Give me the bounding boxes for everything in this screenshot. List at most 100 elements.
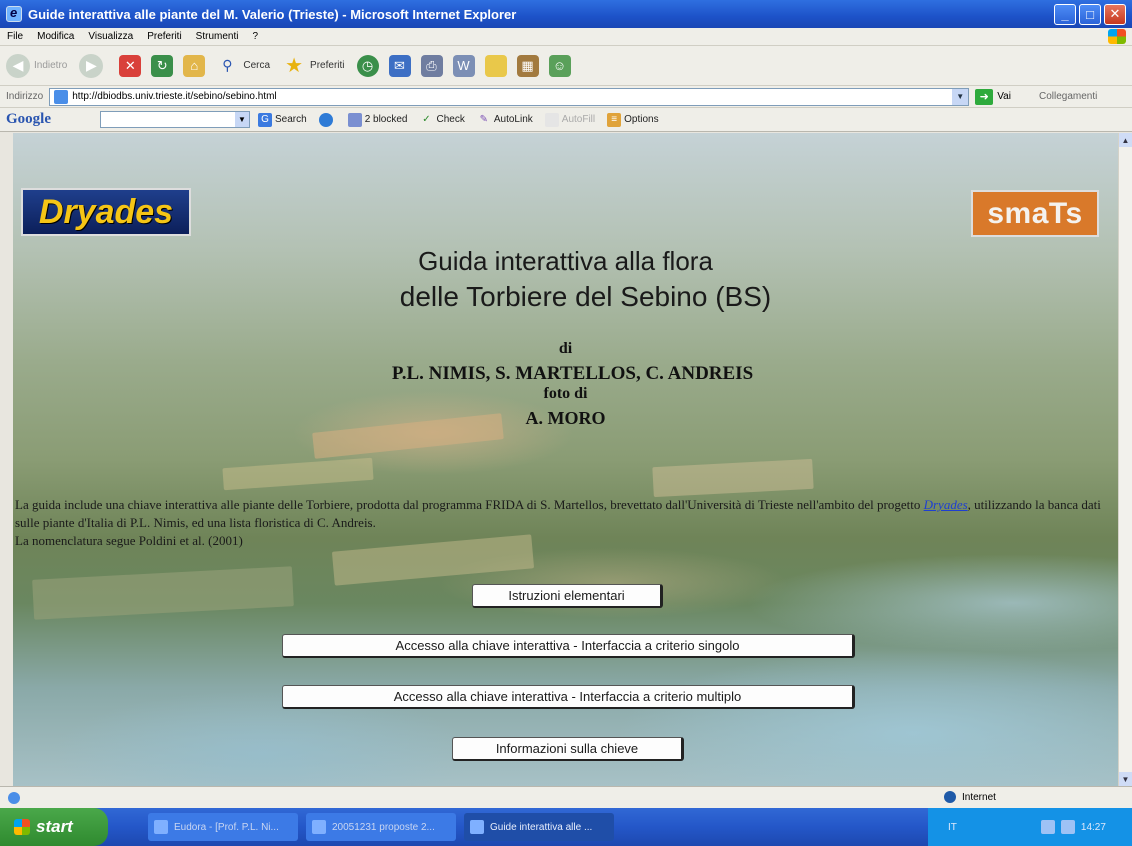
research-icon[interactable]: ▦ (516, 54, 539, 77)
google-search-label: Search (275, 114, 307, 125)
options-icon: ≡ (607, 112, 622, 127)
menu-strumenti[interactable]: Strumenti (189, 31, 246, 42)
toolbar: ◀ Indietro ▶ ✕ ↻ ⌂ ⚲ Cerca ★ Preferiti ◷… (0, 46, 1132, 86)
taskbar: start Eudora - [Prof. P.L. Ni... 2005123… (0, 808, 1132, 846)
google-g-icon: G (258, 112, 272, 127)
google-search-button[interactable]: G Search (258, 112, 307, 127)
go-arrow-icon: ➜ (975, 88, 994, 105)
autolink-icon: ✎ (479, 114, 489, 125)
maximize-button[interactable]: □ (1079, 3, 1101, 25)
language-indicator[interactable]: IT (948, 822, 957, 833)
start-label: start (36, 817, 73, 836)
smats-logo[interactable]: smaTs (971, 190, 1099, 237)
address-label: Indirizzo (6, 91, 44, 102)
menu-preferiti[interactable]: Preferiti (140, 31, 188, 42)
back-button[interactable]: ◀ Indietro (6, 53, 68, 78)
nomenclature-text: La nomenclatura segue Poldini et al. (20… (15, 533, 243, 548)
search-label: Cerca (243, 60, 271, 71)
favorites-label: Preferiti (310, 60, 345, 71)
links-button[interactable]: Collegamenti (1039, 91, 1097, 102)
popup-blocker-icon (347, 112, 362, 127)
messenger-icon[interactable]: ☺ (548, 54, 571, 77)
autofill-button[interactable]: AutoFill (544, 112, 595, 127)
taskbar-item-ie[interactable]: Guide interattiva alle ... (464, 813, 614, 841)
vertical-scrollbar[interactable]: ▲ ▼ (1118, 133, 1132, 786)
smats-logo-text: smaTs (987, 196, 1083, 230)
page-title-line1: Guida interattiva alla flora (418, 246, 713, 276)
check-label: Check (436, 114, 465, 125)
page-content: Dryades smaTs Guida interattiva alla flo… (13, 133, 1118, 786)
back-label: Indietro (34, 60, 68, 71)
zone-label: Internet (962, 791, 996, 803)
minimize-button[interactable]: _ (1054, 3, 1076, 25)
spell-check-button[interactable]: ✓ Check (420, 113, 465, 127)
address-bar: Indirizzo http://dbiodbs.univ.trieste.it… (0, 86, 1132, 108)
folder-icon[interactable] (484, 54, 507, 77)
taskbar-item-document[interactable]: 20051231 proposte 2... (306, 813, 456, 841)
start-button[interactable]: start (0, 808, 108, 846)
google-search-input[interactable]: ▼ (100, 111, 250, 128)
security-zone: Internet (944, 791, 996, 803)
authors-names: P.L. NIMIS, S. MARTELLOS, C. ANDREIS (391, 363, 754, 384)
google-search-dropdown-icon[interactable]: ▼ (235, 112, 249, 127)
tray-icon[interactable] (1040, 820, 1055, 834)
menu-visualizza[interactable]: Visualizza (81, 31, 140, 42)
word-icon (312, 820, 326, 834)
description-text-1: La guida include una chiave interattiva … (15, 497, 924, 512)
close-button[interactable]: ✕ (1104, 3, 1126, 25)
windows-logo-icon (1108, 29, 1126, 44)
key-info-button[interactable]: Informazioni sulla chieve (452, 737, 684, 761)
mail-icon[interactable]: ✉ (388, 54, 411, 77)
address-url: http://dbiodbs.univ.trieste.it/sebino/se… (72, 91, 277, 102)
refresh-icon[interactable]: ↻ (151, 54, 174, 77)
di-label: di (558, 340, 573, 357)
single-criterion-key-button[interactable]: Accesso alla chiave interattiva - Interf… (282, 634, 855, 658)
menu-file[interactable]: File (0, 31, 30, 42)
address-dropdown-icon[interactable]: ▼ (952, 88, 969, 105)
menu-help[interactable]: ? (245, 31, 265, 42)
options-button[interactable]: ≡ Options (607, 112, 659, 127)
star-icon: ★ (285, 55, 304, 77)
window-title: Guide interattiva alle piante del M. Val… (28, 6, 517, 22)
ie-icon (6, 5, 22, 22)
taskbar-item-eudora[interactable]: Eudora - [Prof. P.L. Ni... (148, 813, 298, 841)
blocked-label: 2 blocked (364, 114, 408, 125)
popup-blocker[interactable]: 2 blocked (347, 112, 408, 127)
dryades-logo-text: Dryades (38, 192, 174, 231)
globe-icon (318, 112, 333, 127)
multiple-criterion-key-button[interactable]: Accesso alla chiave interattiva - Interf… (282, 685, 855, 709)
home-icon[interactable]: ⌂ (183, 54, 206, 77)
google-pagerank[interactable] (318, 112, 336, 127)
edit-icon[interactable]: W (452, 54, 475, 77)
taskbar-item-label: Guide interattiva alle ... (490, 821, 593, 833)
google-logo[interactable]: Google (0, 111, 100, 128)
autolink-label: AutoLink (493, 114, 533, 125)
menu-modifica[interactable]: Modifica (30, 31, 81, 42)
forward-button[interactable]: ▶ (79, 53, 107, 78)
clock: 14:27 (1080, 821, 1106, 833)
background-field (32, 566, 294, 620)
stop-icon[interactable]: ✕ (119, 54, 142, 77)
print-icon[interactable]: ⎙ (420, 54, 443, 77)
search-icon: ⚲ (222, 57, 233, 73)
photographer-name: A. MORO (525, 408, 606, 428)
history-icon[interactable]: ◷ (356, 54, 379, 77)
background-field (652, 458, 814, 498)
scroll-up-icon[interactable]: ▲ (1119, 133, 1132, 147)
options-label: Options (624, 114, 659, 125)
scroll-down-icon[interactable]: ▼ (1119, 772, 1132, 786)
eudora-icon (154, 820, 168, 834)
volume-icon[interactable] (1060, 820, 1075, 834)
favorites-button[interactable]: ★ Preferiti (282, 54, 344, 78)
instructions-button[interactable]: Istruzioni elementari (472, 584, 663, 608)
title-bar[interactable]: Guide interattiva alle piante del M. Val… (0, 0, 1132, 28)
foto-di-label: foto di (543, 385, 588, 402)
dryades-link[interactable]: Dryades (924, 497, 968, 512)
autolink-button[interactable]: ✎ AutoLink (477, 113, 533, 127)
search-button[interactable]: ⚲ Cerca (215, 54, 270, 78)
go-button[interactable]: ➜ Vai (975, 88, 1011, 105)
address-input[interactable]: http://dbiodbs.univ.trieste.it/sebino/se… (49, 87, 970, 106)
dryades-logo[interactable]: Dryades (21, 188, 191, 236)
menu-bar: File Modifica Visualizza Preferiti Strum… (0, 28, 1132, 46)
autofill-icon (544, 112, 559, 127)
